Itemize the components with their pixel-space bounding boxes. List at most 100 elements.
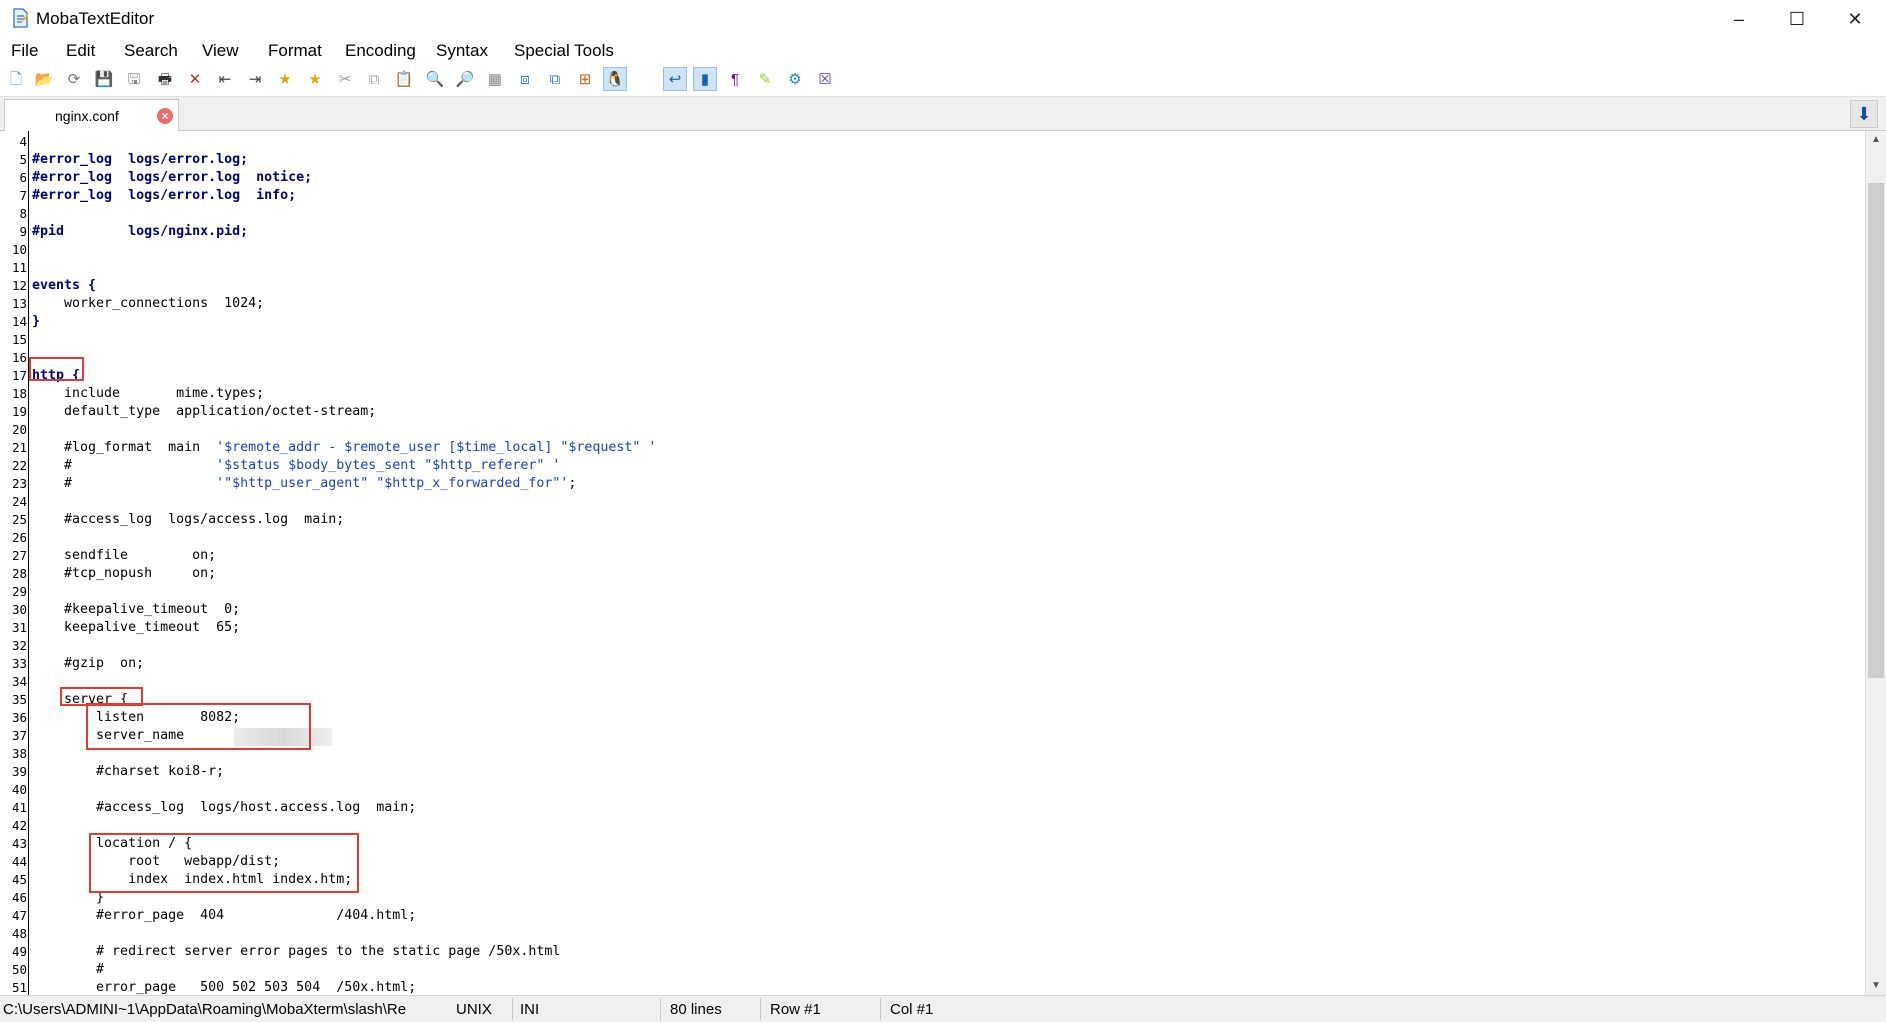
line-number: 47 [11, 908, 27, 923]
line-number: 43 [11, 836, 27, 851]
scroll-thumb[interactable] [1868, 183, 1884, 678]
line-number: 14 [11, 314, 27, 329]
code-line: keepalive_timeout 65; [32, 619, 240, 637]
tab-label: nginx.conf [55, 108, 119, 124]
code-text: # redirect server error pages to the sta… [32, 944, 561, 959]
scroll-up-icon[interactable]: ▲ [1866, 131, 1886, 149]
line-number-gutter: 4 5 6 7 8 9 10 11 12 13 14 15 16 17 18 19 20 21 22 23 24 25 26… [0, 131, 29, 995]
bookmark-next-icon[interactable]: ★ [303, 67, 327, 91]
editor-area[interactable]: 4 5 6 7 8 9 10 11 12 13 14 15 16 17 18 19 20 21 22 23 24 25 26… [0, 131, 1865, 995]
copy-icon[interactable]: ⧉ [362, 67, 386, 91]
sync-icon[interactable]: ⧉ [543, 67, 567, 91]
code-tail: ; [568, 476, 577, 491]
code-line: #error_log logs/error.log info; [32, 187, 296, 205]
line-number: 36 [11, 710, 27, 725]
line-number: 45 [11, 872, 27, 887]
maximize-button[interactable]: ☐ [1768, 0, 1826, 38]
mac-eol-icon[interactable] [633, 67, 657, 91]
close-window-button[interactable]: ✕ [1826, 0, 1884, 38]
code-text: events { [32, 278, 97, 293]
indent-icon[interactable]: ⇥ [243, 67, 267, 91]
code-text: #pid logs/nginx.pid; [32, 224, 249, 239]
line-number: 37 [11, 728, 27, 743]
line-number: 15 [11, 332, 27, 347]
code-text: #tcp_nopush on; [32, 566, 217, 581]
status-row: Row #1 [770, 1001, 821, 1018]
toolbar: 🗋 📂 ⟳ 💾 🖫 🖶 ✕ ⇤ ⇥ ★ ★ ✂ ⧉ 📋 🔍 🔎 ▦ ⧈ ⧉ ⊞ 🐧 ↩ ▮ ¶ ✎ ⚙ ☒ [0, 62, 1886, 97]
settings-icon[interactable]: ⚙ [783, 67, 807, 91]
line-number: 29 [11, 584, 27, 599]
code-line: # [32, 961, 104, 979]
find-replace-icon[interactable]: 🔎 [453, 67, 477, 91]
line-number: 28 [11, 566, 27, 581]
code-line: #error_page 404 /404.html; [32, 907, 416, 925]
line-number: 5 [19, 152, 27, 167]
line-number: 4 [19, 134, 27, 149]
menu-view[interactable]: View [202, 41, 239, 61]
line-number: 26 [11, 530, 27, 545]
line-number: 31 [11, 620, 27, 635]
code-text: sendfile on; [32, 548, 217, 563]
reload-icon[interactable]: ⟳ [62, 67, 86, 91]
find-icon[interactable]: 🔍 [423, 67, 447, 91]
menu-special-tools[interactable]: Special Tools [514, 41, 614, 61]
code-line: # '$status $body_bytes_sent "$http_refer… [32, 457, 560, 475]
tab-list-arrow-icon[interactable]: ⬇ [1850, 100, 1878, 128]
save-all-icon[interactable]: 🖫 [122, 67, 146, 91]
word-wrap-icon[interactable]: ↩ [663, 67, 687, 91]
linux-eol-icon[interactable]: 🐧 [603, 67, 627, 91]
column-mode-icon[interactable]: ▮ [693, 67, 717, 91]
close-all-icon[interactable]: ☒ [813, 67, 837, 91]
menu-search[interactable]: Search [124, 41, 178, 61]
menu-file[interactable]: File [11, 41, 38, 61]
delete-icon[interactable]: ✕ [183, 67, 207, 91]
line-number: 9 [19, 224, 27, 239]
line-number: 24 [11, 494, 27, 509]
unindent-icon[interactable]: ⇤ [213, 67, 237, 91]
cut-icon[interactable]: ✂ [333, 67, 357, 91]
scroll-down-icon[interactable]: ▼ [1866, 977, 1886, 995]
tab-nginx-conf[interactable]: nginx.conf × [4, 99, 179, 131]
menu-encoding[interactable]: Encoding [345, 41, 416, 61]
line-number: 44 [11, 854, 27, 869]
code-line: #gzip on; [32, 655, 144, 673]
code-text: #error_log logs/error.log; [32, 152, 249, 167]
code-line: #charset koi8-r; [32, 763, 224, 781]
code-line: #log_format main '$remote_addr - $remote… [32, 439, 656, 457]
bookmark-icon[interactable]: ★ [273, 67, 297, 91]
code-line: events { [32, 277, 96, 295]
windows-eol-icon[interactable]: ⊞ [573, 67, 597, 91]
paste-icon[interactable]: 📋 [392, 67, 416, 91]
line-number: 19 [11, 404, 27, 419]
line-number: 8 [19, 206, 27, 221]
highlight-icon[interactable]: ✎ [753, 67, 777, 91]
tab-close-icon[interactable]: × [157, 108, 173, 124]
vertical-scrollbar[interactable]: ▲ ▼ [1865, 131, 1886, 995]
title-bar: MobaTextEditor – ☐ ✕ [0, 0, 1886, 38]
compare-icon[interactable]: ⧈ [513, 67, 537, 91]
code-text: worker_connections 1024; [32, 296, 265, 311]
new-file-icon[interactable]: 🗋 [4, 67, 28, 91]
line-number: 7 [19, 188, 27, 203]
goto-icon[interactable]: ▦ [483, 67, 507, 91]
code-text: include mime.types; [32, 386, 265, 401]
line-number: 42 [11, 818, 27, 833]
status-col: Col #1 [890, 1001, 934, 1018]
annotation-box-http [29, 357, 84, 381]
open-folder-icon[interactable]: 📂 [32, 67, 56, 91]
code-text: #access_log logs/access.log main; [32, 512, 345, 527]
line-number: 13 [11, 296, 27, 311]
menu-syntax[interactable]: Syntax [436, 41, 488, 61]
show-symbols-icon[interactable]: ¶ [723, 67, 747, 91]
print-icon[interactable]: 🖶 [153, 67, 177, 91]
code-line: default_type application/octet-stream; [32, 403, 376, 421]
line-number: 22 [11, 458, 27, 473]
line-number: 46 [11, 890, 27, 905]
minimize-button[interactable]: – [1710, 0, 1768, 38]
menu-format[interactable]: Format [268, 41, 322, 61]
menu-edit[interactable]: Edit [66, 41, 95, 61]
app-icon [13, 8, 29, 28]
save-icon[interactable]: 💾 [92, 67, 116, 91]
code-line: } [32, 313, 40, 331]
code-text: error_page 500 502 503 504 /50x.html; [32, 980, 417, 995]
